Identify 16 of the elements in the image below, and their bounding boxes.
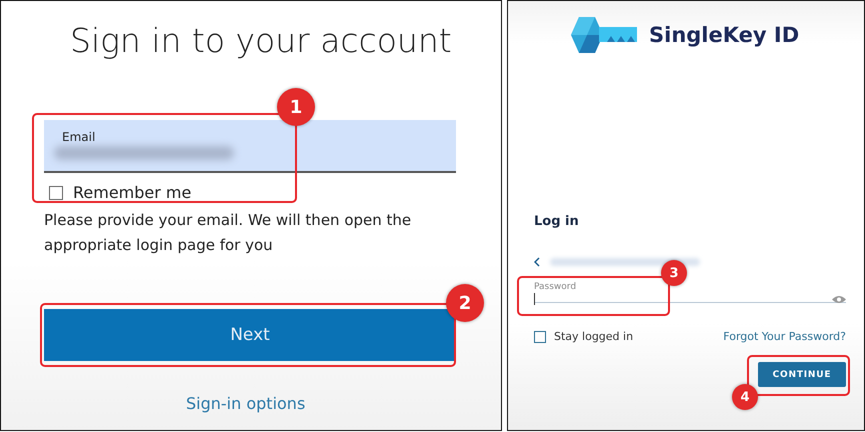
key-logo-icon — [569, 17, 639, 53]
forgot-password-link[interactable]: Forgot Your Password? — [723, 330, 846, 343]
checkbox[interactable] — [49, 186, 63, 200]
login-heading: Log in — [534, 214, 580, 229]
next-button[interactable]: Next — [44, 309, 456, 361]
hint-text: Please provide your email. We will then open the appropriate login page for you — [44, 210, 412, 256]
back-chevron-icon[interactable] — [534, 257, 540, 267]
page-title: Sign in to your account — [70, 21, 452, 60]
continue-button[interactable]: CONTINUE — [758, 362, 846, 387]
email-field[interactable]: Email — [44, 120, 456, 173]
checkbox[interactable] — [534, 330, 546, 342]
checkbox-label: Stay logged in — [554, 330, 634, 343]
logo-text: SingleKey ID — [649, 23, 800, 47]
checkbox-label: Remember me — [73, 183, 192, 202]
eye-icon[interactable] — [832, 294, 846, 304]
sign-in-options-link[interactable]: Sign-in options — [186, 394, 306, 413]
